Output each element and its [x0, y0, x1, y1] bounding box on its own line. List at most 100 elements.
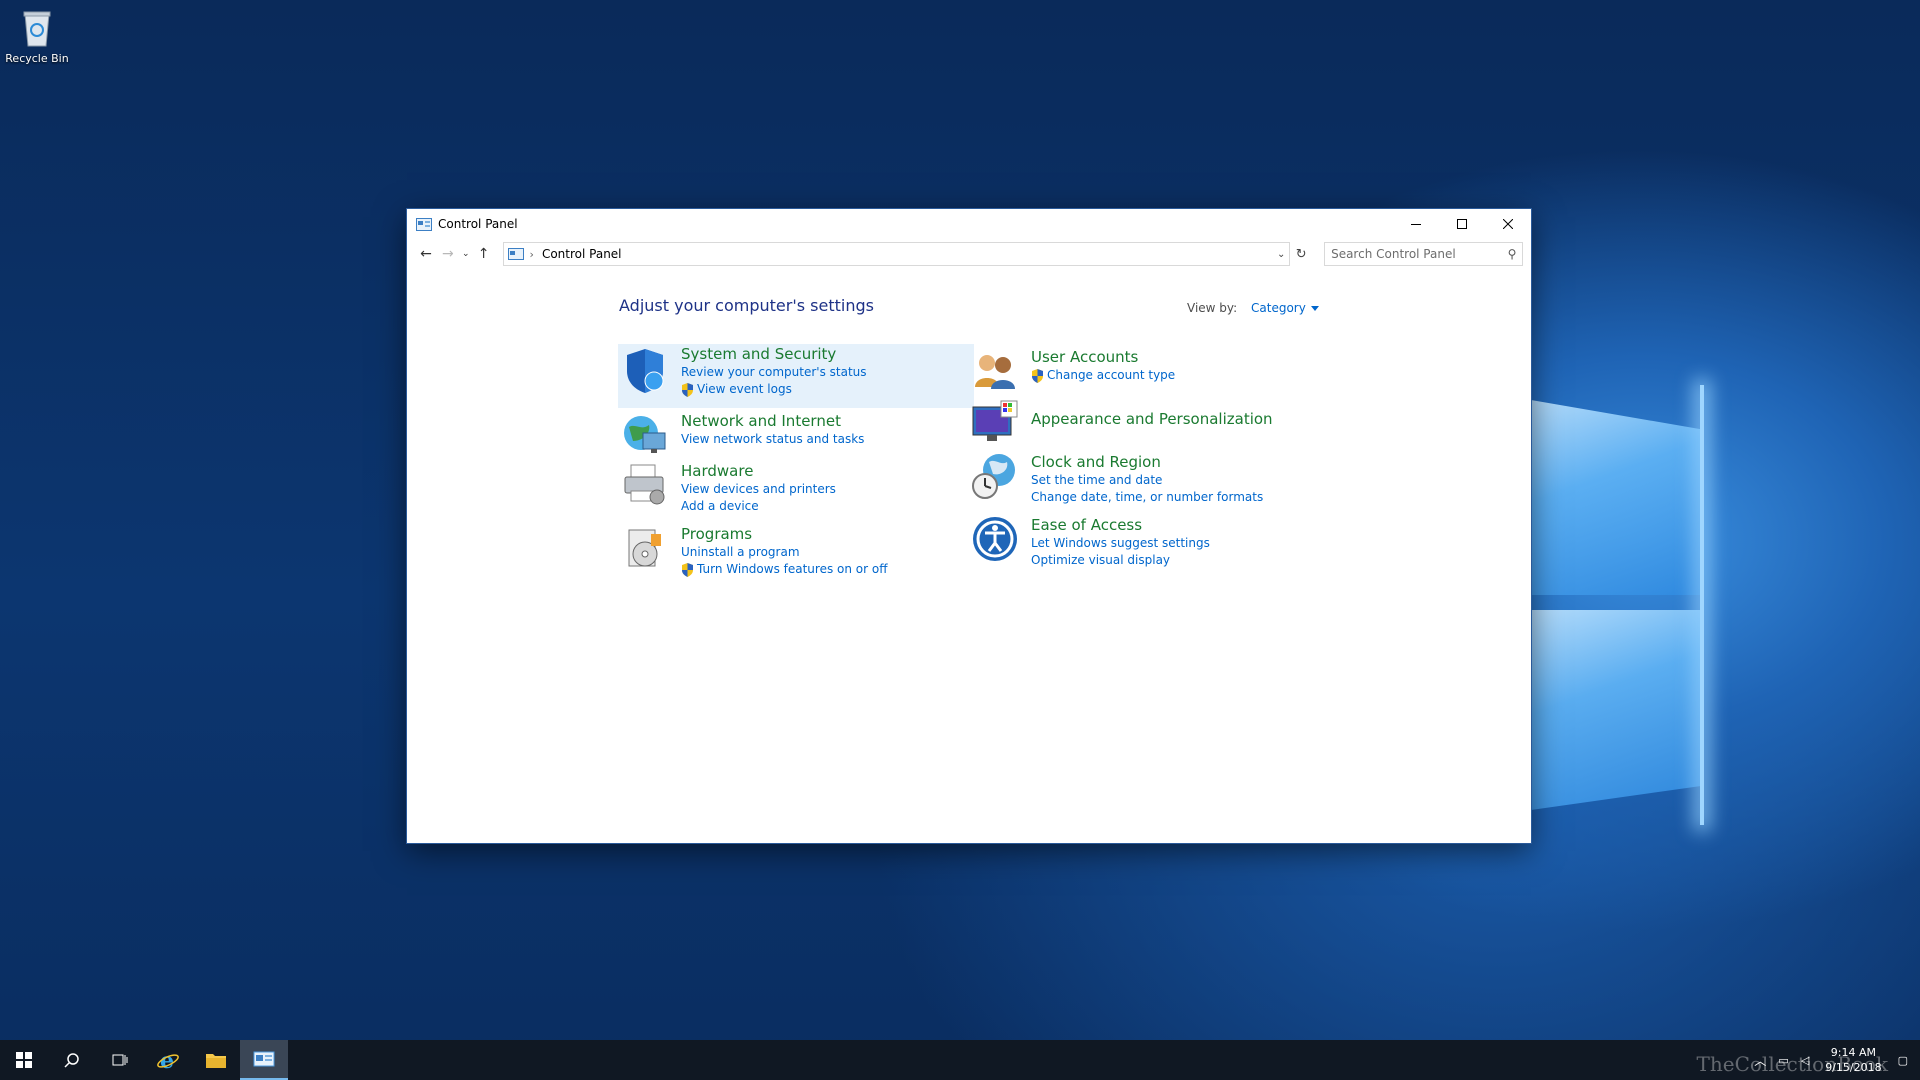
link-review-status[interactable]: Review your computer's status [681, 364, 867, 381]
link-label[interactable]: Add a device [681, 498, 759, 515]
category-hardware[interactable]: Hardware View devices and printers Add a… [618, 461, 974, 521]
maximize-button[interactable] [1439, 209, 1485, 239]
control-panel-window: Control Panel ← → ⌄ ↑ › Control Panel ⌄ … [407, 209, 1531, 843]
search-taskbar-button[interactable] [48, 1040, 96, 1080]
link-label[interactable]: Change date, time, or number formats [1031, 489, 1263, 506]
internet-explorer-icon: e [157, 1049, 179, 1071]
link-label[interactable]: View network status and tasks [681, 431, 864, 448]
uac-shield-icon [1032, 368, 1043, 383]
link-label[interactable]: Review your computer's status [681, 364, 867, 381]
link-label[interactable]: Set the time and date [1031, 472, 1162, 489]
back-button[interactable]: ← [415, 242, 437, 266]
category-title[interactable]: Clock and Region [1031, 452, 1263, 472]
link-network-status[interactable]: View network status and tasks [681, 431, 864, 448]
folder-icon [206, 1054, 226, 1068]
view-by: View by: Category [1187, 301, 1319, 315]
close-icon [1503, 219, 1513, 229]
breadcrumb-separator-icon[interactable]: › [530, 248, 534, 261]
up-button[interactable]: ↑ [473, 242, 495, 266]
action-center-icon[interactable]: ▢ [1898, 1054, 1908, 1067]
clock-globe-icon [971, 452, 1021, 502]
search-icon[interactable]: ⚲ [1502, 247, 1522, 261]
category-title[interactable]: Network and Internet [681, 411, 864, 431]
arrow-right-icon: → [441, 246, 454, 262]
caret-down-icon[interactable] [1310, 306, 1319, 311]
category-programs[interactable]: Programs Uninstall a program Turn Window… [618, 524, 974, 584]
link-uninstall-program[interactable]: Uninstall a program [681, 544, 888, 561]
address-bar[interactable]: › Control Panel ⌄ [502, 242, 1291, 266]
refresh-icon: ↻ [1295, 246, 1307, 262]
taskbar: e ︿ ▭ ◁ 9:14 AM 9/15/2018 ▢ TheCollectio… [0, 1040, 1920, 1080]
arrow-up-icon: ↑ [477, 246, 490, 262]
content-area: Adjust your computer's settings View by:… [407, 269, 1531, 843]
window-title: Control Panel [438, 217, 518, 231]
close-button[interactable] [1485, 209, 1531, 239]
file-explorer-button[interactable] [192, 1040, 240, 1080]
view-by-label: View by: [1187, 301, 1238, 315]
uac-shield-icon [682, 562, 693, 577]
link-optimize-display[interactable]: Optimize visual display [1031, 552, 1210, 569]
control-panel-taskbar-button[interactable] [240, 1040, 288, 1080]
refresh-button[interactable]: ↻ [1290, 247, 1312, 262]
task-view-icon [112, 1054, 128, 1066]
link-change-formats[interactable]: Change date, time, or number formats [1031, 489, 1263, 506]
link-add-device[interactable]: Add a device [681, 498, 836, 515]
minimize-button[interactable] [1393, 209, 1439, 239]
link-label[interactable]: Let Windows suggest settings [1031, 535, 1210, 552]
link-view-event-logs[interactable]: View event logs [681, 381, 867, 398]
maximize-icon [1457, 219, 1467, 229]
ease-of-access-icon [971, 515, 1021, 565]
link-windows-features[interactable]: Turn Windows features on or off [681, 561, 888, 578]
category-title[interactable]: Hardware [681, 461, 836, 481]
link-set-time-date[interactable]: Set the time and date [1031, 472, 1263, 489]
category-network-and-internet[interactable]: Network and Internet View network status… [618, 411, 974, 459]
link-change-account-type[interactable]: Change account type [1031, 367, 1175, 384]
control-panel-icon [416, 217, 432, 231]
uac-shield-icon [682, 382, 693, 397]
link-label[interactable]: View devices and printers [681, 481, 836, 498]
search-box[interactable]: ⚲ [1324, 242, 1523, 266]
category-title[interactable]: Appearance and Personalization [1031, 409, 1273, 429]
link-devices-printers[interactable]: View devices and printers [681, 481, 836, 498]
category-ease-of-access[interactable]: Ease of Access Let Windows suggest setti… [968, 515, 1368, 575]
category-clock-and-region[interactable]: Clock and Region Set the time and date C… [968, 452, 1368, 512]
users-icon [971, 347, 1021, 397]
start-button[interactable] [0, 1040, 48, 1080]
search-icon [64, 1053, 79, 1068]
category-title[interactable]: Programs [681, 524, 888, 544]
task-view-button[interactable] [96, 1040, 144, 1080]
category-user-accounts[interactable]: User Accounts Change account type [968, 347, 1368, 397]
chevron-down-icon: ⌄ [461, 249, 470, 259]
watermark-text: TheCollectionBook [1696, 1052, 1888, 1076]
search-input[interactable] [1325, 246, 1502, 262]
breadcrumb[interactable]: Control Panel [542, 247, 622, 261]
recent-locations-button[interactable]: ⌄ [459, 242, 473, 266]
recycle-bin[interactable]: Recycle Bin [4, 8, 70, 65]
link-label[interactable]: View event logs [697, 381, 792, 398]
windows-start-icon [16, 1052, 32, 1068]
globe-network-icon [621, 411, 671, 461]
category-system-and-security[interactable]: System and Security Review your computer… [618, 344, 974, 408]
category-appearance-and-personalization[interactable]: Appearance and Personalization [968, 399, 1368, 449]
category-title[interactable]: System and Security [681, 344, 867, 364]
recycle-bin-label: Recycle Bin [5, 52, 69, 65]
internet-explorer-button[interactable]: e [144, 1040, 192, 1080]
link-label[interactable]: Change account type [1047, 367, 1175, 384]
address-dropdown-icon[interactable]: ⌄ [1273, 249, 1289, 260]
view-by-dropdown[interactable]: Category [1251, 301, 1306, 315]
monitor-palette-icon [971, 399, 1021, 449]
title-bar[interactable]: Control Panel [407, 209, 1531, 239]
forward-button[interactable]: → [437, 242, 459, 266]
category-title[interactable]: User Accounts [1031, 347, 1175, 367]
navigation-bar: ← → ⌄ ↑ › Control Panel ⌄ ↻ ⚲ [407, 239, 1531, 269]
page-title: Adjust your computer's settings [619, 296, 874, 315]
link-suggest-settings[interactable]: Let Windows suggest settings [1031, 535, 1210, 552]
category-title[interactable]: Ease of Access [1031, 515, 1210, 535]
link-label[interactable]: Turn Windows features on or off [697, 561, 888, 578]
control-panel-icon [507, 248, 524, 260]
printer-icon [621, 461, 671, 511]
link-label[interactable]: Optimize visual display [1031, 552, 1170, 569]
control-panel-icon [253, 1051, 275, 1067]
shield-icon [621, 347, 671, 397]
link-label[interactable]: Uninstall a program [681, 544, 800, 561]
